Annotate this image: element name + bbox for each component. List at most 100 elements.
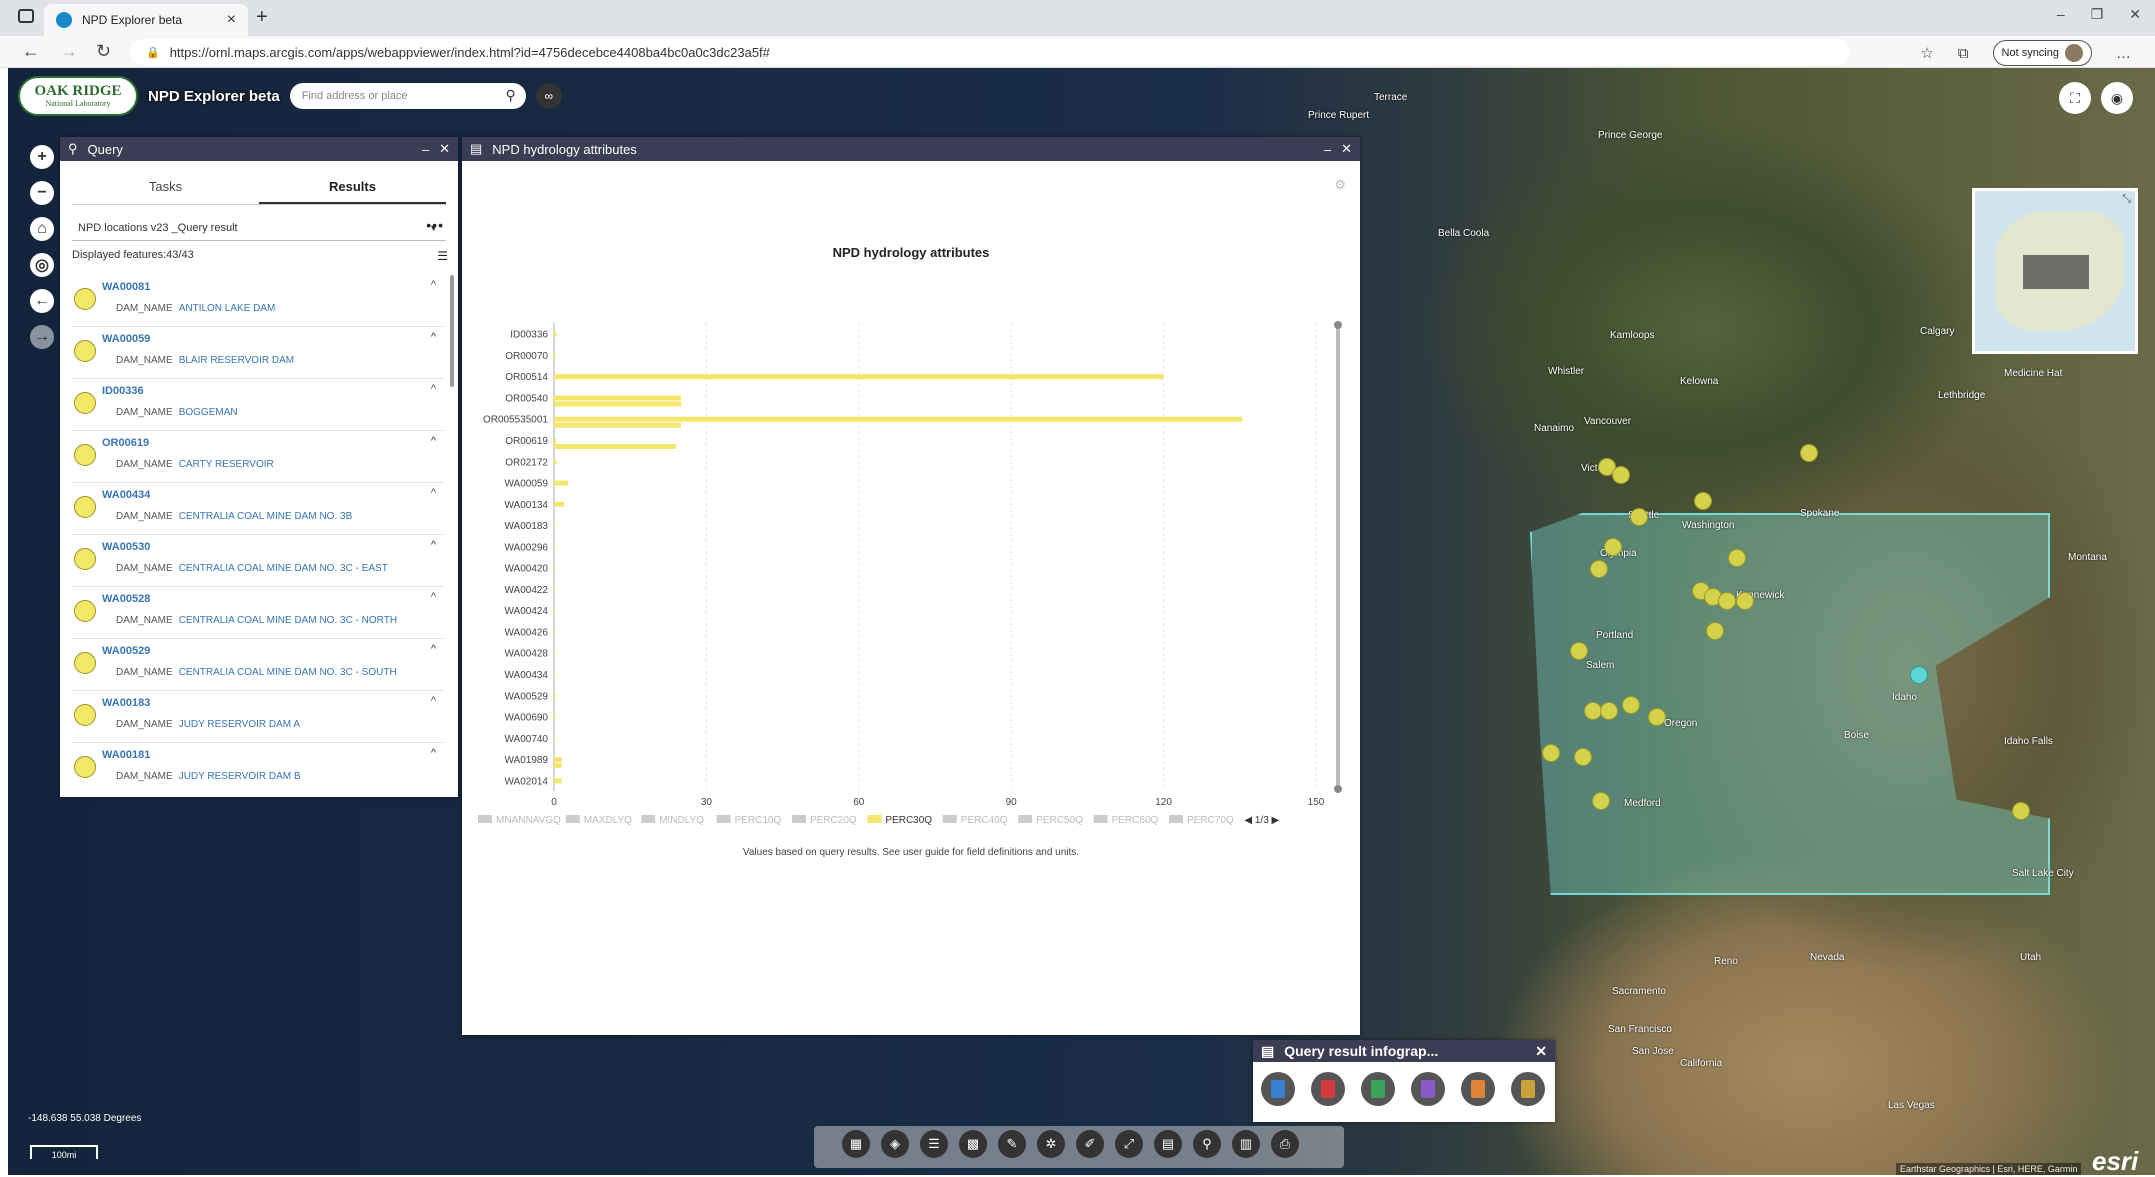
infographic-button[interactable] <box>1461 1072 1495 1106</box>
chevron-up-icon[interactable]: ^ <box>431 383 436 395</box>
list-options-icon[interactable]: ☰ <box>437 249 448 263</box>
result-item[interactable]: WA00528 DAM_NAME CENTRALIA COAL MINE DAM N… <box>72 587 444 639</box>
tab-actions-icon[interactable] <box>18 9 34 23</box>
more-icon[interactable]: … <box>2116 45 2131 62</box>
dam-point[interactable] <box>1600 702 1618 720</box>
browser-tab[interactable]: NPD Explorer beta × <box>44 4 248 36</box>
result-id[interactable]: WA00059 <box>102 333 150 345</box>
my-location-icon[interactable]: ◎ <box>30 253 54 277</box>
result-id[interactable]: WA00183 <box>102 697 150 709</box>
chevron-up-icon[interactable]: ^ <box>431 747 436 759</box>
result-item[interactable]: OR00619 DAM_NAME CARTY RESERVOIR ^ <box>72 431 444 483</box>
chevron-up-icon[interactable]: ^ <box>431 487 436 499</box>
zoom-out-button[interactable]: − <box>30 181 54 205</box>
infographic-button[interactable] <box>1511 1072 1545 1106</box>
result-item[interactable]: WA00530 DAM_NAME CENTRALIA COAL MINE DAM N… <box>72 535 444 587</box>
chevron-up-icon[interactable]: ^ <box>431 695 436 707</box>
dam-point[interactable] <box>1706 622 1724 640</box>
result-id[interactable]: WA00434 <box>102 489 150 501</box>
minimize-icon[interactable]: – <box>2057 6 2065 23</box>
chevron-up-icon[interactable]: ^ <box>431 331 436 343</box>
close-tab-icon[interactable]: × <box>227 11 236 29</box>
close-panel-icon[interactable]: ✕ <box>439 141 450 157</box>
dam-point[interactable] <box>1630 508 1648 526</box>
refresh-icon[interactable]: ↻ <box>96 41 111 62</box>
chevron-up-icon[interactable]: ^ <box>431 591 436 603</box>
grid-icon[interactable]: ▦ <box>842 1130 870 1158</box>
result-id[interactable]: ID00336 <box>102 385 144 397</box>
dam-point[interactable] <box>2012 802 2030 820</box>
infographic-button[interactable] <box>1311 1072 1345 1106</box>
dam-point[interactable] <box>1694 492 1712 510</box>
dam-point[interactable] <box>1736 592 1754 610</box>
search-icon[interactable]: ⚲ <box>505 87 515 104</box>
dam-point[interactable] <box>1800 444 1818 462</box>
search-input[interactable]: Find address or place ⚲ <box>289 83 526 109</box>
previous-extent-icon[interactable]: ← <box>30 289 54 313</box>
chevron-up-icon[interactable]: ^ <box>431 539 436 551</box>
collapse-overview-icon[interactable]: ⤡ <box>2122 193 2131 206</box>
query-icon[interactable]: ⚲ <box>1193 1130 1221 1158</box>
dam-point[interactable] <box>1604 538 1622 556</box>
dam-point-selected[interactable] <box>1910 666 1928 684</box>
result-item[interactable]: WA00059 DAM_NAME BLAIR RESERVOIR DAM ^ <box>72 327 444 379</box>
analysis-icon[interactable]: ✲ <box>1037 1130 1065 1158</box>
layer-select[interactable]: NPD locations v23 _Query result ▼ <box>72 215 446 241</box>
result-id[interactable]: WA00081 <box>102 281 150 293</box>
chevron-up-icon[interactable]: ^ <box>431 435 436 447</box>
print-icon[interactable]: ⎙ <box>1271 1130 1299 1158</box>
zoom-in-button[interactable]: + <box>30 145 54 169</box>
dam-point[interactable] <box>1592 792 1610 810</box>
minimize-panel-icon[interactable]: – <box>422 142 429 157</box>
result-item[interactable]: WA00529 DAM_NAME CENTRALIA COAL MINE DAM N… <box>72 639 444 691</box>
favorite-icon[interactable]: ☆ <box>1920 44 1933 62</box>
tab-tasks[interactable]: Tasks <box>72 171 259 204</box>
result-id[interactable]: WA00530 <box>102 541 150 553</box>
infographic-icon[interactable]: ▥ <box>1232 1130 1260 1158</box>
draw-icon[interactable]: ✎ <box>998 1130 1026 1158</box>
url-field[interactable]: 🔒 https://ornl.maps.arcgis.com/apps/weba… <box>130 39 1850 65</box>
visibility-icon[interactable]: ◉ <box>2101 82 2133 114</box>
dam-point[interactable] <box>1570 642 1588 660</box>
dam-point[interactable] <box>1728 549 1746 567</box>
chevron-up-icon[interactable]: ^ <box>431 279 436 291</box>
dam-point[interactable] <box>1574 748 1592 766</box>
table-icon[interactable]: ▤ <box>1154 1130 1182 1158</box>
next-extent-icon[interactable]: → <box>30 325 54 349</box>
home-icon[interactable]: ⌂ <box>30 217 54 241</box>
dam-point[interactable] <box>1612 466 1630 484</box>
close-panel-icon[interactable]: ✕ <box>1535 1043 1547 1060</box>
collections-icon[interactable]: ⧉ <box>1958 45 1969 62</box>
basemap-icon[interactable]: ▩ <box>959 1130 987 1158</box>
result-item[interactable]: WA00081 DAM_NAME ANTILON LAKE DAM ^ <box>72 275 444 327</box>
dam-point[interactable] <box>1622 696 1640 714</box>
dam-point[interactable] <box>1590 560 1608 578</box>
profile-button[interactable]: Not syncing <box>1992 40 2092 66</box>
new-tab-icon[interactable]: + <box>256 6 268 29</box>
chevron-up-icon[interactable]: ^ <box>431 643 436 655</box>
overview-map[interactable]: ⤡ <box>1972 188 2138 354</box>
back-icon[interactable]: ← <box>22 41 40 62</box>
fullscreen-icon[interactable]: ⛶ <box>2059 82 2091 114</box>
legend-icon[interactable]: ☰ <box>920 1130 948 1158</box>
infographic-button[interactable] <box>1361 1072 1395 1106</box>
result-item[interactable]: WA00181 DAM_NAME JUDY RESERVOIR DAM B ^ <box>72 743 444 793</box>
measure-icon[interactable]: ⤢ <box>1115 1130 1143 1158</box>
result-id[interactable]: OR00619 <box>102 437 149 449</box>
result-id[interactable]: WA00529 <box>102 645 150 657</box>
result-id[interactable]: WA00181 <box>102 749 150 761</box>
layers-icon[interactable]: ◈ <box>881 1130 909 1158</box>
tab-results[interactable]: Results <box>259 171 446 204</box>
results-scrollbar[interactable] <box>450 275 454 387</box>
dam-point[interactable] <box>1648 708 1666 726</box>
infographic-button[interactable] <box>1411 1072 1445 1106</box>
result-id[interactable]: WA00528 <box>102 593 150 605</box>
link-icon[interactable]: ∞ <box>535 83 562 109</box>
infographic-button[interactable] <box>1261 1072 1295 1106</box>
dam-point[interactable] <box>1718 592 1736 610</box>
forward-icon[interactable]: → <box>60 41 78 62</box>
dam-point[interactable] <box>1542 744 1560 762</box>
result-item[interactable]: ID00336 DAM_NAME BOGGEMAN ^ <box>72 379 444 431</box>
close-window-icon[interactable]: ✕ <box>2129 6 2141 23</box>
result-item[interactable]: WA00183 DAM_NAME JUDY RESERVOIR DAM A ^ <box>72 691 444 743</box>
